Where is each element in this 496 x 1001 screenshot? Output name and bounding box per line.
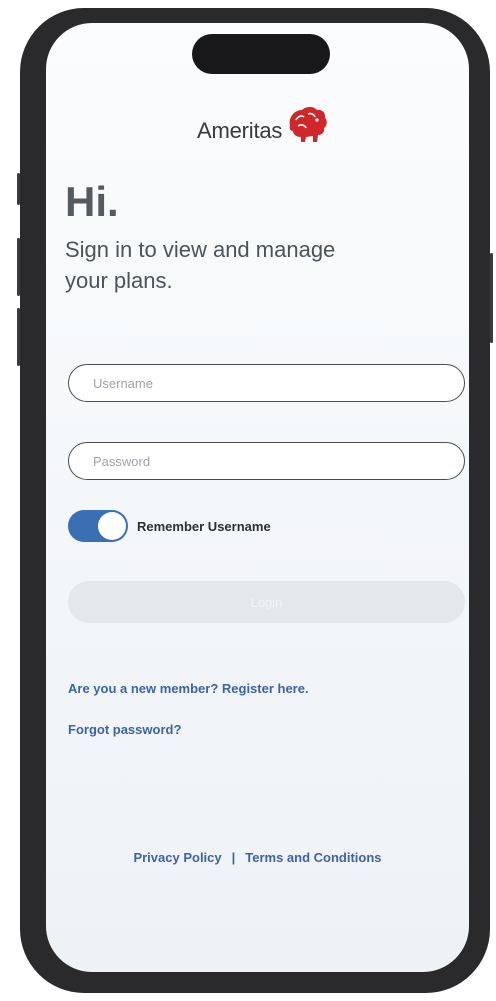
- footer-separator: |: [231, 850, 236, 865]
- footer-links: Privacy Policy | Terms and Conditions: [46, 850, 469, 865]
- remember-username-label: Remember Username: [137, 518, 271, 534]
- password-input[interactable]: [68, 442, 465, 480]
- lion-icon: [289, 107, 328, 142]
- side-button: [17, 238, 20, 296]
- register-link[interactable]: Are you a new member? Register here.: [68, 681, 309, 696]
- login-button[interactable]: Login: [68, 581, 465, 623]
- brand-name: Ameritas: [197, 118, 283, 143]
- side-button: [17, 308, 20, 366]
- side-button: [17, 173, 20, 205]
- dynamic-island: [192, 34, 330, 74]
- toggle-knob: [98, 512, 126, 540]
- forgot-password-link[interactable]: Forgot password?: [68, 722, 181, 737]
- greeting-heading: Hi.: [65, 178, 119, 225]
- app-screen: Ameritas Hi. Sign in to view and manage …: [46, 23, 469, 972]
- brand-logo: Ameritas: [197, 106, 330, 156]
- page-subtitle: Sign in to view and manage your plans.: [65, 237, 336, 293]
- privacy-policy-link[interactable]: Privacy Policy: [133, 850, 221, 865]
- username-input[interactable]: [68, 364, 465, 402]
- remember-username-toggle[interactable]: [68, 510, 128, 542]
- side-button: [490, 253, 493, 343]
- remember-username-row: Remember Username: [68, 509, 271, 543]
- terms-conditions-link[interactable]: Terms and Conditions: [245, 850, 381, 865]
